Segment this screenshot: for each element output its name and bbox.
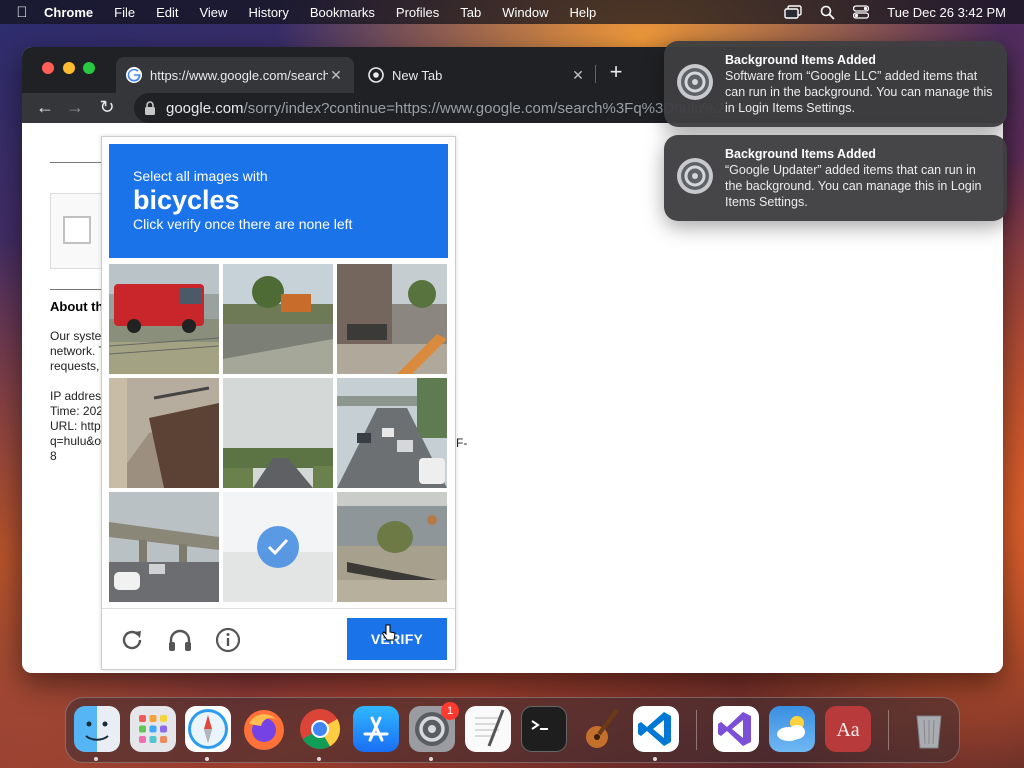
sorry-meta-line: q=hulu&oq=hulu bbox=[50, 434, 102, 448]
challenge-object: bicycles bbox=[133, 185, 240, 215]
sorry-meta-line: URL: https://www.google.com/search? bbox=[50, 419, 102, 433]
audio-challenge-icon[interactable] bbox=[166, 626, 194, 654]
zoom-window-button[interactable] bbox=[83, 62, 95, 74]
tab-title: New Tab bbox=[392, 67, 443, 83]
reload-challenge-icon[interactable] bbox=[118, 626, 146, 654]
notification-background-items-1[interactable]: Background Items Added Software from “Go… bbox=[664, 41, 1007, 127]
verify-button[interactable]: VERIFY bbox=[347, 618, 447, 660]
system-settings-gear-icon bbox=[677, 158, 713, 194]
close-window-button[interactable] bbox=[42, 62, 54, 74]
system-settings-gear-icon bbox=[677, 64, 713, 100]
garageband-icon[interactable] bbox=[577, 706, 623, 752]
running-indicator bbox=[317, 757, 321, 761]
textedit-icon[interactable] bbox=[465, 706, 511, 752]
menu-history[interactable]: History bbox=[248, 5, 288, 20]
notification-badge: 1 bbox=[441, 702, 459, 720]
menu-profiles[interactable]: Profiles bbox=[396, 5, 439, 20]
tile-sidewalk[interactable] bbox=[337, 264, 447, 374]
sorry-text-line: Our systems have detected unusual traffi… bbox=[50, 329, 102, 343]
sorry-meta-line: IP address: bbox=[50, 389, 102, 403]
recaptcha-challenge: Select all images with bicycles Click ve… bbox=[101, 136, 456, 670]
sorry-meta-line: Time: 2023-12-26 bbox=[50, 404, 102, 418]
launchpad-icon[interactable] bbox=[130, 706, 176, 752]
running-indicator bbox=[653, 757, 657, 761]
tile-planter[interactable] bbox=[337, 492, 447, 602]
dock: Aa bbox=[65, 697, 960, 763]
google-g-icon bbox=[126, 67, 142, 83]
tab-google-search[interactable]: https://www.google.com/search?q=hulu&o ✕ bbox=[116, 57, 354, 93]
tab-title: https://www.google.com/search?q=hulu&o bbox=[150, 67, 328, 83]
chrome-app-icon[interactable] bbox=[297, 706, 343, 752]
apple-menu-icon[interactable]:  bbox=[0, 4, 44, 21]
challenge-header: Select all images with bicycles Click ve… bbox=[109, 144, 448, 258]
dock-separator bbox=[888, 710, 889, 750]
menu-clock[interactable]: Tue Dec 26 3:42 PM bbox=[887, 5, 1006, 20]
menu-app-name[interactable]: Chrome bbox=[44, 5, 93, 20]
finder-icon[interactable] bbox=[74, 706, 120, 752]
terminal-icon[interactable] bbox=[521, 706, 567, 752]
hand-cursor-icon bbox=[382, 624, 396, 641]
sorry-meta-line: 8 bbox=[50, 449, 57, 463]
back-icon[interactable]: ← bbox=[34, 97, 56, 118]
menu-bookmarks[interactable]: Bookmarks bbox=[310, 5, 375, 20]
menu-file[interactable]: File bbox=[114, 5, 135, 20]
forward-icon[interactable]: → bbox=[64, 97, 86, 118]
new-tab-button[interactable]: + bbox=[606, 59, 626, 85]
lock-icon bbox=[145, 101, 155, 115]
running-indicator bbox=[94, 757, 98, 761]
svg-text:Aa: Aa bbox=[836, 719, 859, 741]
dock-separator bbox=[696, 710, 697, 750]
safari-icon[interactable] bbox=[185, 706, 231, 752]
notification-background-items-2[interactable]: Background Items Added “Google Updater” … bbox=[664, 135, 1007, 221]
menu-edit[interactable]: Edit bbox=[156, 5, 178, 20]
reload-icon[interactable]: ↻ bbox=[96, 97, 118, 118]
sorry-text-line: network. This page checks to see if it's… bbox=[50, 344, 102, 358]
screen-mirroring-icon[interactable] bbox=[784, 5, 802, 19]
recaptcha-checkbox[interactable] bbox=[63, 216, 91, 244]
app-store-icon[interactable] bbox=[353, 706, 399, 752]
visual-studio-icon[interactable] bbox=[713, 706, 759, 752]
challenge-footer: VERIFY bbox=[102, 608, 455, 671]
vscode-icon[interactable] bbox=[633, 706, 679, 752]
tile-overpass[interactable] bbox=[109, 492, 219, 602]
tab-new-tab[interactable]: New Tab ✕ bbox=[358, 57, 596, 93]
tile-highway-traffic[interactable] bbox=[337, 378, 447, 488]
chrome-icon bbox=[368, 67, 384, 83]
info-icon[interactable] bbox=[214, 626, 242, 654]
menu-tab[interactable]: Tab bbox=[460, 5, 481, 20]
minimize-window-button[interactable] bbox=[63, 62, 75, 74]
tile-selected-overlay bbox=[223, 492, 333, 602]
control-center-icon[interactable] bbox=[853, 5, 870, 19]
tile-building-overhang[interactable] bbox=[109, 378, 219, 488]
notification-body: Software from “Google LLC” added items t… bbox=[725, 69, 993, 115]
tab-separator bbox=[595, 65, 596, 83]
trash-icon[interactable] bbox=[906, 706, 952, 752]
image-grid bbox=[109, 264, 448, 603]
notification-title: Background Items Added bbox=[725, 53, 876, 67]
close-tab-icon[interactable]: ✕ bbox=[570, 67, 586, 84]
menu-window[interactable]: Window bbox=[502, 5, 548, 20]
challenge-subtext: Click verify once there are none left bbox=[133, 216, 353, 232]
menu-help[interactable]: Help bbox=[570, 5, 597, 20]
notification-title: Background Items Added bbox=[725, 147, 876, 161]
sorry-url-tail: F- bbox=[456, 436, 468, 450]
dictionary-icon[interactable]: Aa bbox=[825, 706, 871, 752]
about-heading: About this page bbox=[50, 299, 102, 314]
tile-street-park[interactable] bbox=[223, 264, 333, 374]
spotlight-search-icon[interactable] bbox=[820, 5, 835, 20]
sorry-text-line: requests, and not a robot. bbox=[50, 359, 102, 373]
url-host: google.com bbox=[166, 99, 244, 117]
firefox-icon[interactable] bbox=[241, 706, 287, 752]
running-indicator bbox=[205, 757, 209, 761]
notification-body: “Google Updater” added items that can ru… bbox=[725, 163, 982, 209]
challenge-instruction: Select all images with bbox=[133, 168, 268, 184]
tile-sky-road[interactable] bbox=[223, 378, 333, 488]
weather-icon[interactable] bbox=[769, 706, 815, 752]
checkmark-icon bbox=[257, 526, 299, 568]
close-tab-icon[interactable]: ✕ bbox=[328, 67, 344, 84]
running-indicator bbox=[429, 757, 433, 761]
tile-red-van[interactable] bbox=[109, 264, 219, 374]
menu-bar:  Chrome File Edit View History Bookmark… bbox=[0, 0, 1024, 24]
menu-view[interactable]: View bbox=[199, 5, 227, 20]
